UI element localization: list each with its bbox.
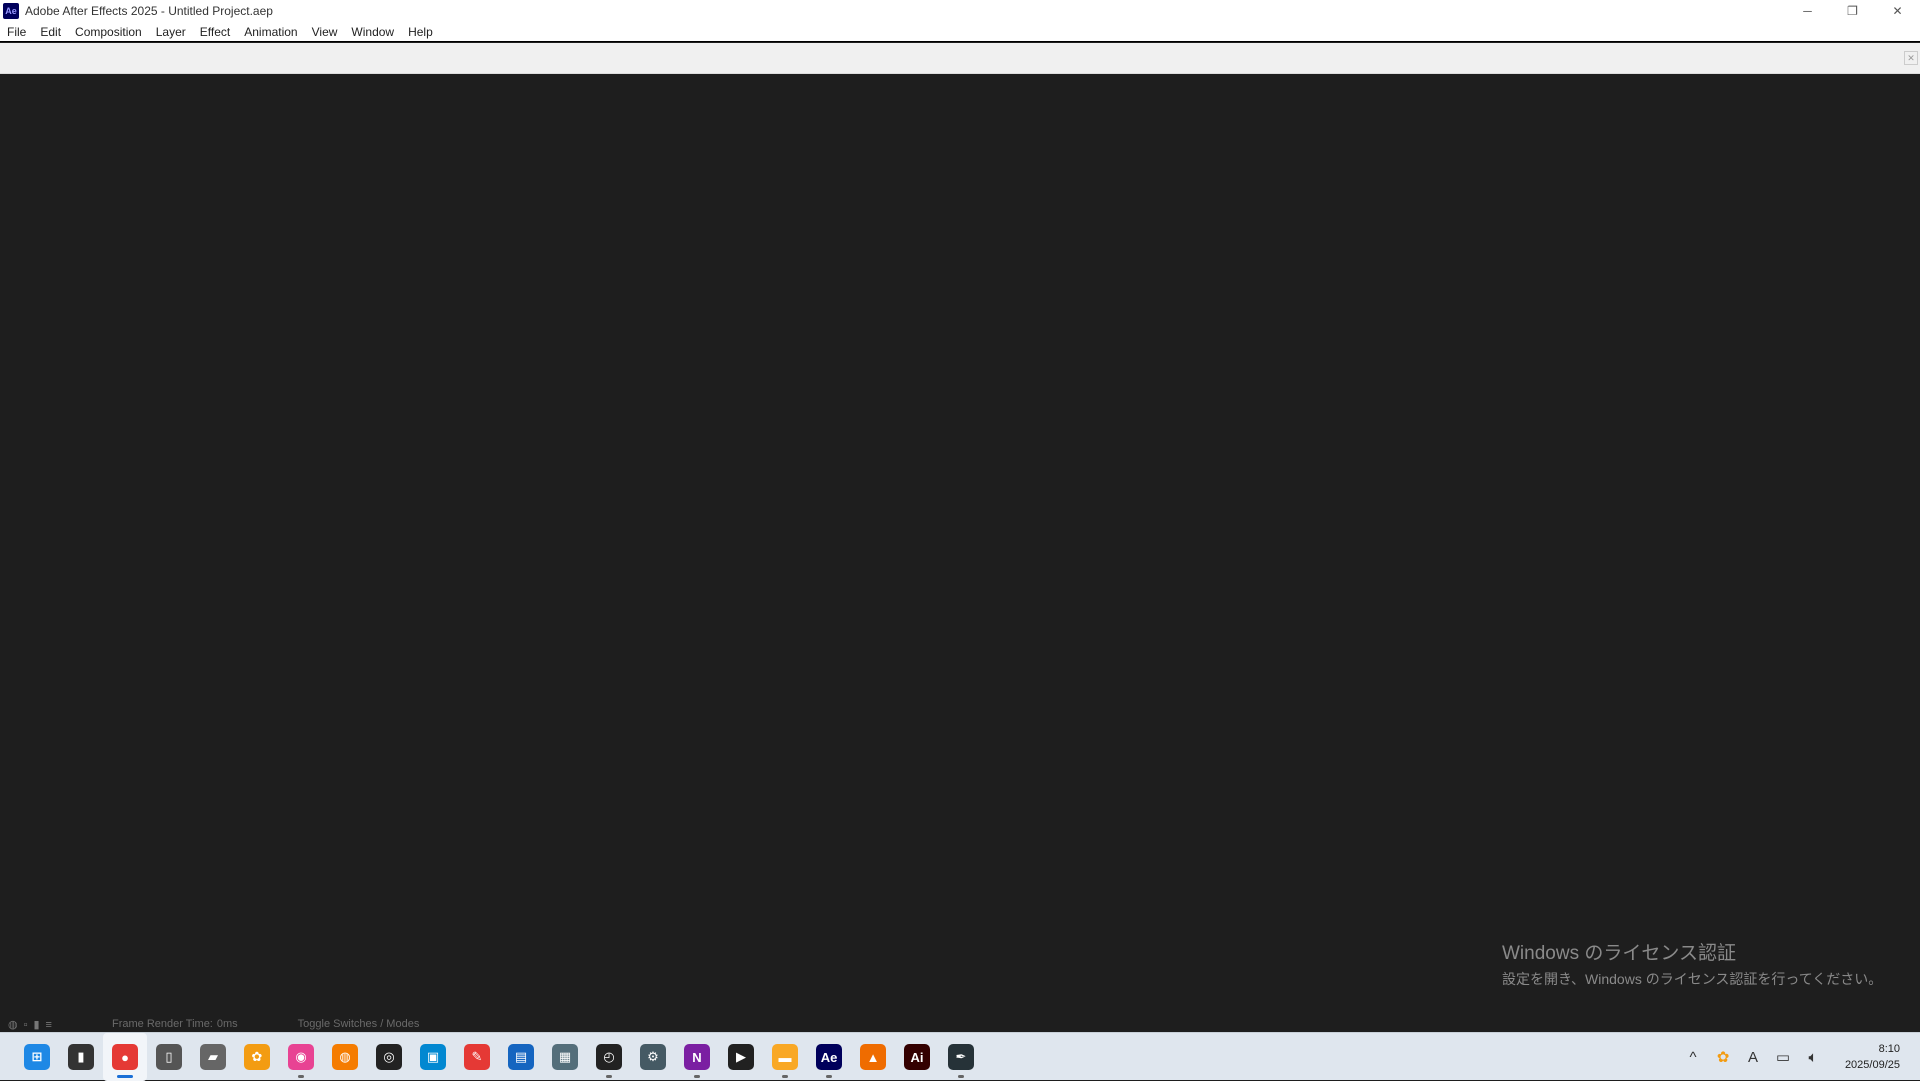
task-view-icon: ▮: [68, 1044, 94, 1070]
taskbar-apps: ⊞ ▮ ● ▯ ▰ ✿ ◉ ◍ ◎ ▣ ✎ ▤ ▦ ◴ ⚙ N ▶ ▬ Ae ▲ Ai ✒: [15, 1033, 983, 1081]
vlc-icon: ▲: [860, 1044, 886, 1070]
media-player-taskbar-button[interactable]: ▶: [719, 1033, 763, 1081]
brush-app-icon: ✎: [464, 1044, 490, 1070]
notebook-icon: ▯: [156, 1044, 182, 1070]
tray-ime-icon[interactable]: A: [1738, 1049, 1768, 1066]
menu-effect[interactable]: Effect: [193, 25, 237, 39]
close-button[interactable]: ✕: [1875, 0, 1920, 22]
menu-composition[interactable]: Composition: [68, 25, 149, 39]
image-viewer-icon: ▤: [508, 1044, 534, 1070]
running-indicator: [782, 1075, 788, 1078]
system-tray: ^ ✿ A ▭ 🔈︎ 8:10 2025/09/25: [1678, 1033, 1920, 1081]
watermark-title: Windows のライセンス認証: [1502, 943, 1736, 964]
paw-icon: ✿: [244, 1044, 270, 1070]
taskbar: ⊞ ▮ ● ▯ ▰ ✿ ◉ ◍ ◎ ▣ ✎ ▤ ▦ ◴ ⚙ N ▶ ▬ Ae ▲ Ai ✒ ^ ✿ A ▭ 🔈︎ 8:10…: [0, 1032, 1920, 1081]
clock-date: 2025/09/25: [1844, 1059, 1900, 1071]
frame-render-time-value: 0ms: [216, 1018, 238, 1030]
window-title: Adobe After Effects 2025 - Untitled Proj…: [25, 4, 273, 18]
vlc-taskbar-button[interactable]: ▲: [851, 1033, 895, 1081]
calculator-taskbar-button[interactable]: ▦: [543, 1033, 587, 1081]
davinci-taskbar-button[interactable]: ◎: [367, 1033, 411, 1081]
photos-taskbar-button[interactable]: ▣: [411, 1033, 455, 1081]
volume-icon[interactable]: 🔈︎: [1798, 1049, 1828, 1066]
notebook-taskbar-button[interactable]: ▯: [147, 1033, 191, 1081]
running-indicator: [694, 1075, 700, 1078]
file-explorer-icon: ▬: [772, 1044, 798, 1070]
calculator-icon: ▦: [552, 1044, 578, 1070]
restore-icon: ❐: [1847, 4, 1858, 18]
clock-app-icon: ◴: [596, 1044, 622, 1070]
inkscape-icon: ✒: [948, 1044, 974, 1070]
book-taskbar-button[interactable]: ▰: [191, 1033, 235, 1081]
blender-icon: ◍: [332, 1044, 358, 1070]
running-indicator: [117, 1075, 133, 1078]
onenote-icon: N: [684, 1044, 710, 1070]
running-indicator: [298, 1075, 304, 1078]
onenote-taskbar-button[interactable]: N: [675, 1033, 719, 1081]
frame-render-time-label: Frame Render Time:: [112, 1018, 213, 1030]
davinci-icon: ◎: [376, 1044, 402, 1070]
menu-window[interactable]: Window: [344, 25, 401, 39]
clock-app-taskbar-button[interactable]: ◴: [587, 1033, 631, 1081]
color-app-icon: ◉: [288, 1044, 314, 1070]
watermark-subtitle: 設定を開き、Windows のライセンス認証を行ってください。: [1502, 971, 1883, 987]
brush-app-taskbar-button[interactable]: ✎: [455, 1033, 499, 1081]
image-viewer-taskbar-button[interactable]: ▤: [499, 1033, 543, 1081]
menu-help[interactable]: Help: [401, 25, 440, 39]
menu-file[interactable]: File: [0, 25, 33, 39]
chrome-taskbar-button[interactable]: ●: [103, 1033, 147, 1081]
blender-taskbar-button[interactable]: ◍: [323, 1033, 367, 1081]
tray-paw-icon[interactable]: ✿: [1708, 1048, 1738, 1066]
minimize-button[interactable]: ─: [1785, 0, 1830, 22]
media-player-icon: ▶: [728, 1044, 754, 1070]
workspace-area[interactable]: [0, 74, 1920, 1025]
chrome-icon: ●: [112, 1044, 138, 1070]
menu-bar: File Edit Composition Layer Effect Anima…: [0, 22, 1920, 42]
menu-layer[interactable]: Layer: [149, 25, 193, 39]
color-app-taskbar-button[interactable]: ◉: [279, 1033, 323, 1081]
file-explorer-taskbar-button[interactable]: ▬: [763, 1033, 807, 1081]
tools-panel: ✕: [0, 43, 1920, 74]
clock-time: 8:10: [1878, 1043, 1900, 1055]
minimize-icon: ─: [1803, 4, 1812, 18]
timeline-status-strip: ◍▫▮≡ Frame Render Time: 0ms Toggle Switc…: [0, 1016, 1920, 1032]
settings-taskbar-button[interactable]: ⚙: [631, 1033, 675, 1081]
start-taskbar-button[interactable]: ⊞: [15, 1033, 59, 1081]
restore-button[interactable]: ❐: [1830, 0, 1875, 22]
running-indicator: [606, 1075, 612, 1078]
paw-taskbar-button[interactable]: ✿: [235, 1033, 279, 1081]
settings-icon: ⚙: [640, 1044, 666, 1070]
after-effects-taskbar-button[interactable]: Ae: [807, 1033, 851, 1081]
menu-view[interactable]: View: [305, 25, 345, 39]
illustrator-icon: Ai: [904, 1044, 930, 1070]
title-bar: Ae Adobe After Effects 2025 - Untitled P…: [0, 0, 1920, 22]
after-effects-app-icon: Ae: [3, 3, 19, 19]
task-view-taskbar-button[interactable]: ▮: [59, 1033, 103, 1081]
close-icon: ✕: [1892, 4, 1903, 18]
illustrator-taskbar-button[interactable]: Ai: [895, 1033, 939, 1081]
toolbar-close-button[interactable]: ✕: [1904, 51, 1918, 65]
start-icon: ⊞: [24, 1044, 50, 1070]
timeline-toggle-icons[interactable]: ◍▫▮≡: [8, 1018, 78, 1031]
network-icon[interactable]: ▭: [1768, 1048, 1798, 1066]
windows-activation-watermark: Windows のライセンス認証 設定を開き、Windows のライセンス認証を…: [1502, 938, 1882, 989]
toggle-switches-modes[interactable]: Toggle Switches / Modes: [298, 1018, 420, 1030]
inkscape-taskbar-button[interactable]: ✒: [939, 1033, 983, 1081]
window-controls: ─ ❐ ✕: [1785, 0, 1920, 22]
taskbar-clock[interactable]: 8:10 2025/09/25: [1828, 1041, 1920, 1073]
close-icon: ✕: [1907, 52, 1915, 63]
running-indicator: [958, 1075, 964, 1078]
menu-edit[interactable]: Edit: [33, 25, 68, 39]
after-effects-icon: Ae: [816, 1044, 842, 1070]
running-indicator: [826, 1075, 832, 1078]
menu-animation[interactable]: Animation: [237, 25, 304, 39]
book-icon: ▰: [200, 1044, 226, 1070]
photos-icon: ▣: [420, 1044, 446, 1070]
tray-chevron-icon[interactable]: ^: [1678, 1049, 1708, 1066]
